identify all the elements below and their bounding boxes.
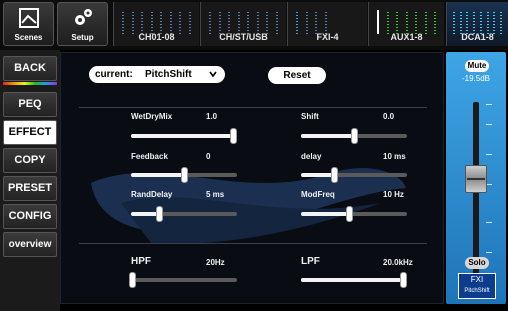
channel-meters [377, 8, 436, 34]
group-dca1-8[interactable]: DCA1-8 [446, 2, 508, 46]
param-value: 10 Hz [383, 190, 404, 199]
param-name: RandDelay [131, 190, 173, 199]
level-readout: -19.5dB [461, 74, 491, 83]
gears-icon [75, 9, 92, 25]
param-name: delay [301, 152, 322, 161]
channel-meters [209, 8, 278, 34]
group-ch01-08[interactable]: CH01-08 [113, 2, 199, 46]
hpf-slider[interactable] [129, 272, 237, 288]
param-value: 1.0 [206, 112, 218, 121]
group-aux1-8[interactable]: AUX1-8 [368, 2, 444, 46]
scenes-button[interactable]: Scenes [3, 2, 54, 46]
sidebar-item-preset[interactable]: PRESET [3, 176, 57, 201]
group-label: CH01-08 [138, 32, 175, 42]
current-label: current: [95, 69, 133, 80]
setup-button[interactable]: Setup [57, 2, 108, 46]
group-ch-st-usb[interactable]: CH/ST/USB [200, 2, 286, 46]
channel-strip: Mute -19.5dB Solo FXI PitchShift [446, 52, 506, 304]
scale-mark [486, 252, 492, 253]
param-value: 0.0 [383, 112, 395, 121]
filter-value: 20Hz [206, 258, 225, 267]
shift-slider[interactable] [301, 128, 407, 144]
scale-mark [486, 154, 492, 155]
sidebar-item-config[interactable]: CONFIG [3, 204, 57, 229]
sidebar: BACK PEQ EFFECT COPY PRESET CONFIG overv… [0, 50, 60, 311]
delay-slider[interactable] [301, 167, 407, 183]
filter-value: 20.0kHz [383, 258, 413, 267]
group-label: DCA1-8 [461, 32, 494, 42]
channel-meters [296, 8, 327, 34]
scale-mark [486, 222, 492, 223]
param-name: Feedback [131, 152, 168, 161]
param-value: 0 [206, 152, 211, 161]
group-label: FXI-4 [316, 32, 339, 42]
chevron-down-icon [209, 71, 217, 78]
sidebar-item-copy[interactable]: COPY [3, 148, 57, 173]
scenes-label: Scenes [14, 33, 43, 42]
scale-mark [486, 104, 492, 105]
sidebar-item-effect[interactable]: EFFECT [3, 120, 57, 145]
top-bar: Scenes Setup CH01-08 CH/ST/USB FXI-4 AUX… [0, 0, 508, 50]
fader-handle[interactable] [465, 165, 487, 193]
effect-select[interactable]: current: PitchShift [89, 66, 225, 83]
setup-label: Setup [71, 33, 94, 42]
channel-label: FXI [470, 275, 484, 284]
group-label: AUX1-8 [390, 32, 423, 42]
channel-meters [122, 8, 191, 34]
sidebar-item-overview[interactable]: overview [3, 232, 57, 257]
effect-panel: current: PitchShift Reset WetDryMix 1.0 … [60, 52, 444, 304]
sidebar-item-peq[interactable]: PEQ [3, 92, 57, 117]
param-name: WetDryMix [131, 112, 173, 121]
effect-name: PitchShift [464, 288, 490, 294]
filter-name: LPF [301, 256, 320, 267]
current-effect: PitchShift [145, 69, 192, 80]
divider [79, 107, 427, 108]
wetdrymix-slider[interactable] [131, 128, 237, 144]
param-name: ModFreq [301, 190, 335, 199]
mute-button[interactable]: Mute [465, 60, 489, 72]
sidebar-item-back[interactable]: BACK [3, 56, 57, 81]
param-value: 5 ms [206, 190, 225, 199]
feedback-slider[interactable] [131, 167, 237, 183]
filter-name: HPF [131, 256, 151, 267]
channel-name-box[interactable]: FXI PitchShift [458, 273, 496, 299]
scale-mark [486, 124, 492, 125]
group-fxi-4[interactable]: FXI-4 [287, 2, 367, 46]
param-value: 10 ms [383, 152, 406, 161]
window-icon [19, 8, 39, 28]
channel-meters [453, 8, 502, 34]
group-label: CH/ST/USB [219, 32, 268, 42]
divider [79, 243, 427, 244]
reset-button[interactable]: Reset [268, 67, 326, 84]
param-name: Shift [301, 112, 319, 121]
randdelay-slider[interactable] [131, 206, 237, 222]
modfreq-slider[interactable] [301, 206, 407, 222]
solo-button[interactable]: Solo [465, 257, 489, 269]
lpf-slider[interactable] [301, 272, 407, 288]
rainbow-divider [3, 82, 57, 85]
